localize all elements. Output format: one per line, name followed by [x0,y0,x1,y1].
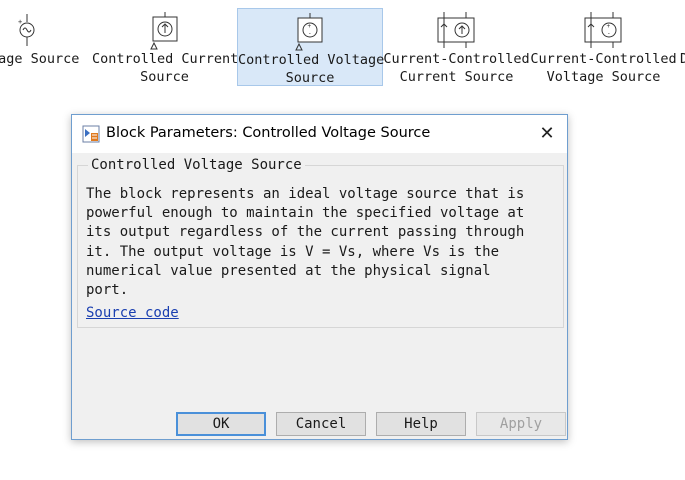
palette-block-controlled-current-source[interactable]: Controlled Current Source [92,8,239,86]
ok-button[interactable]: OK [176,412,266,436]
current-controlled-current-source-icon [436,12,478,52]
source-code-link[interactable]: Source code [86,305,179,321]
current-controlled-voltage-source-icon: + - [583,12,625,52]
palette-block-current-controlled-current-source[interactable]: Current-Controlled Current Source [383,8,530,86]
dialog-titlebar[interactable]: Block Parameters: Controlled Voltage Sou… [72,115,567,153]
description-group: Controlled Voltage Source The block repr… [77,156,564,328]
cancel-button[interactable]: Cancel [276,412,366,436]
apply-button[interactable]: Apply [476,412,566,436]
palette-block-partial[interactable]: D [677,8,685,86]
library-palette: + tage Source Controlled Current Source … [0,0,685,90]
palette-block-label: Current-Controlled Current Source [383,51,530,85]
palette-block-label: tage Source [0,51,80,67]
palette-block-label: Controlled Voltage Source [238,52,385,86]
palette-block-label: Current-Controlled Voltage Source [530,51,677,85]
help-button[interactable]: Help [376,412,466,436]
svg-text:-: - [308,31,312,38]
palette-block-controlled-voltage-source[interactable]: + - Controlled Voltage Source [237,8,385,86]
close-icon[interactable]: ✕ [537,124,557,144]
svg-text:+: + [606,23,610,30]
block-description: The block represents an ideal voltage so… [86,186,525,299]
svg-text:+: + [18,18,22,26]
controlled-current-source-icon [149,12,180,54]
controlled-voltage-source-icon: + - [295,13,325,55]
block-parameters-dialog: Block Parameters: Controlled Voltage Sou… [71,114,568,440]
svg-text:-: - [607,31,611,38]
palette-block-ac-voltage-source[interactable]: + tage Source [0,8,90,86]
group-title: Controlled Voltage Source [88,156,305,174]
dialog-title: Block Parameters: Controlled Voltage Sou… [106,125,431,141]
ac-voltage-source-icon: + [17,12,37,52]
palette-block-label: Controlled Current Source [92,51,239,85]
svg-text:+: + [308,23,312,30]
palette-block-label: D [680,51,685,67]
block-parameters-icon [82,125,100,147]
palette-block-current-controlled-voltage-source[interactable]: + - Current-Controlled Voltage Source [530,8,677,86]
